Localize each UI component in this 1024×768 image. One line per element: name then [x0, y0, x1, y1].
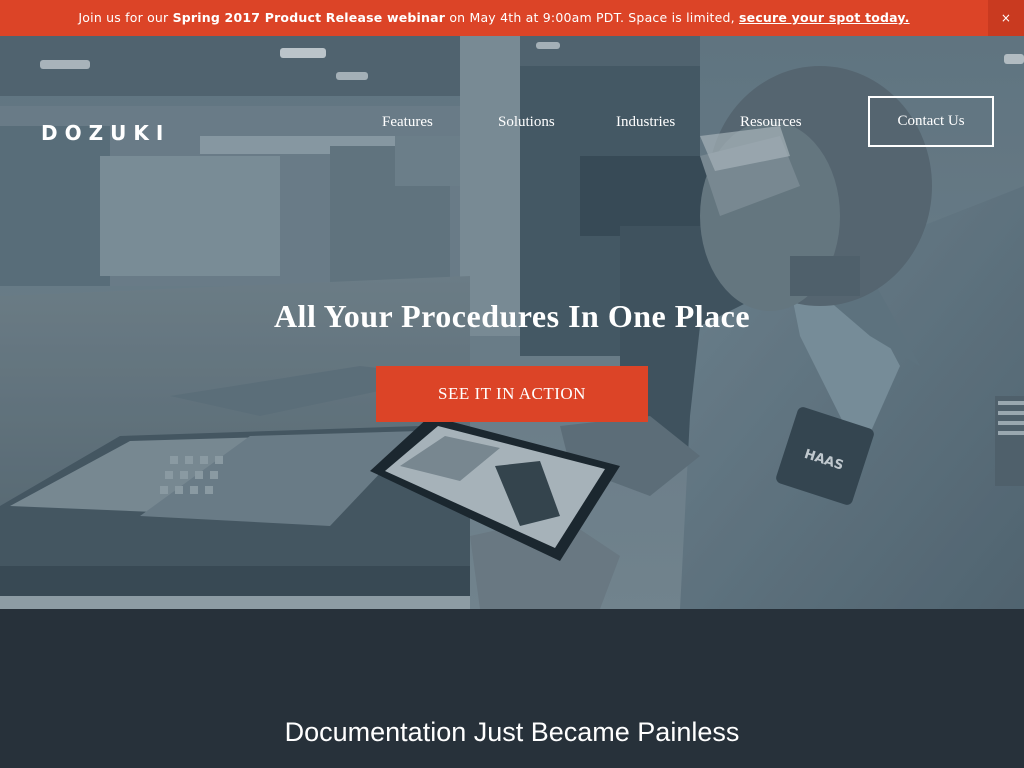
nav-industries[interactable]: Industries	[616, 114, 675, 131]
contact-us-button[interactable]: Contact Us	[868, 96, 994, 147]
banner-text-before: Join us for our	[78, 10, 173, 25]
banner-register-link[interactable]: secure your spot today.	[739, 10, 910, 25]
nav-solutions[interactable]: Solutions	[498, 114, 555, 131]
banner-text-middle: on May 4th at 9:00am PDT. Space is limit…	[445, 10, 739, 25]
see-it-in-action-button[interactable]: SEE IT IN ACTION	[376, 366, 648, 422]
nav-features[interactable]: Features	[382, 114, 433, 131]
banner-message: Join us for our Spring 2017 Product Rele…	[0, 10, 988, 25]
nav-resources[interactable]: Resources	[740, 114, 802, 131]
close-icon[interactable]: ×	[988, 0, 1024, 36]
hero: HAAS DOZUKI Features Solutions Industrie…	[0, 36, 1024, 609]
banner-event-name: Spring 2017 Product Release webinar	[172, 10, 446, 25]
hero-headline: All Your Procedures In One Place	[273, 298, 751, 334]
announcement-banner: Join us for our Spring 2017 Product Rele…	[0, 0, 1024, 36]
section-title: Documentation Just Became Painless	[284, 717, 740, 747]
dozuki-logo[interactable]: DOZUKI	[41, 121, 170, 145]
intro-section: Documentation Just Became Painless	[0, 609, 1024, 768]
